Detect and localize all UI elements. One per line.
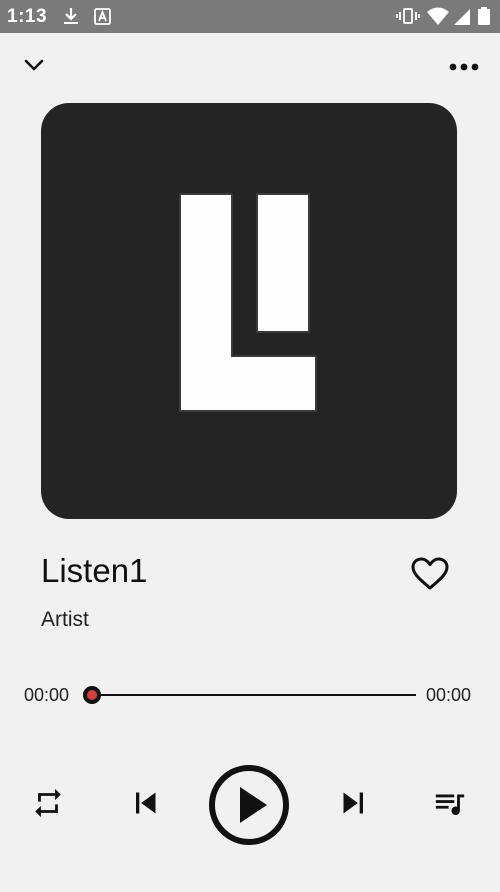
queue-music-icon: [433, 786, 467, 825]
collapse-button[interactable]: [16, 51, 52, 83]
now-playing-screen: Listen1 Artist 00:00 00:00: [0, 33, 500, 892]
current-time: 00:00: [24, 685, 70, 705]
status-time: 1:13: [7, 6, 48, 27]
repeat-button[interactable]: [24, 781, 72, 829]
more-options-button[interactable]: [444, 51, 484, 83]
previous-button[interactable]: [121, 781, 169, 829]
chevron-down-icon: [23, 58, 45, 77]
a-letter-icon: [93, 6, 113, 26]
skip-previous-icon: [127, 785, 163, 826]
cell-signal-icon: [452, 6, 472, 26]
heart-outline-icon: [411, 557, 449, 596]
skip-next-icon: [336, 785, 372, 826]
app-logo-icon: [41, 103, 457, 519]
favorite-button[interactable]: [406, 554, 454, 598]
seek-thumb[interactable]: [83, 686, 101, 704]
track-title: Listen1: [41, 552, 148, 589]
play-button[interactable]: [207, 763, 291, 852]
status-bar: 1:13: [0, 0, 500, 33]
seek-bar[interactable]: [82, 681, 422, 709]
next-button[interactable]: [330, 781, 378, 829]
playlist-button[interactable]: [426, 781, 474, 829]
vibrate-icon: [396, 6, 420, 26]
download-icon: [61, 6, 81, 26]
more-horizontal-icon: [449, 58, 479, 76]
wifi-icon: [426, 6, 450, 26]
battery-icon: [477, 6, 491, 26]
play-circle-icon: [207, 763, 291, 852]
repeat-icon: [31, 786, 65, 825]
track-artist: Artist: [41, 608, 89, 631]
album-art: [41, 103, 457, 519]
seek-track: [92, 694, 416, 696]
total-time: 00:00: [426, 685, 472, 705]
